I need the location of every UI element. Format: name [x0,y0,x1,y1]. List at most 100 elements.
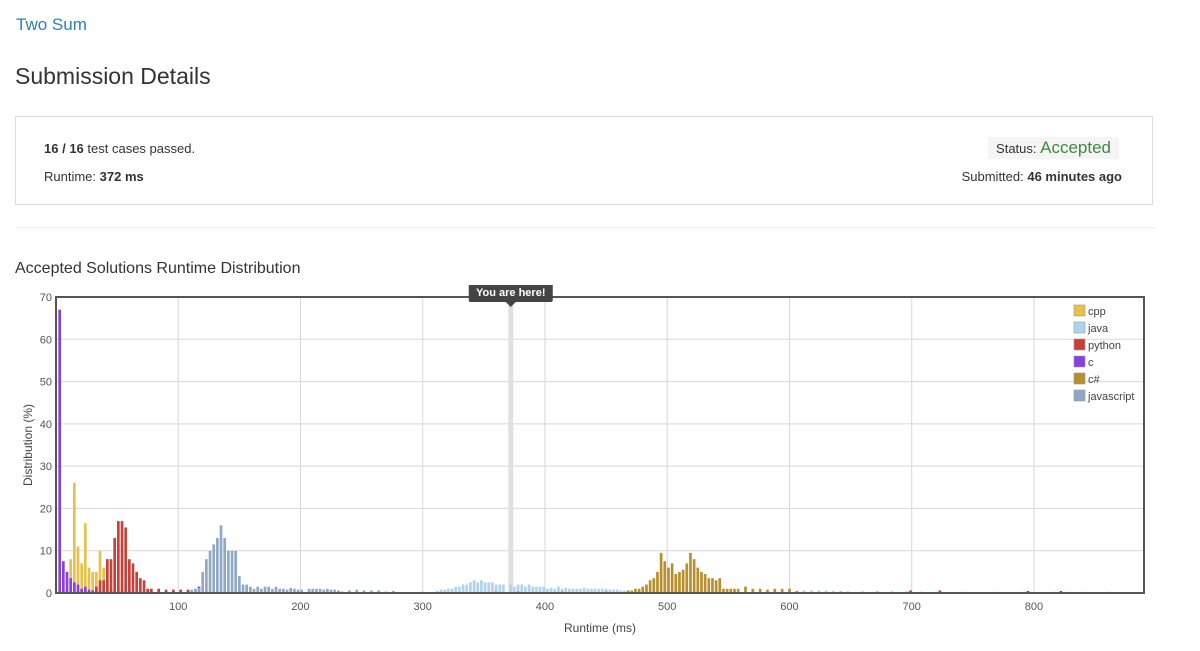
bar-java[interactable] [498,584,502,593]
bar-javascript[interactable] [234,550,238,593]
bar-java[interactable] [527,584,531,593]
bar-csharp[interactable] [696,567,700,593]
legend-label-cpp: cpp [1088,306,1106,318]
bar-python[interactable] [120,521,124,593]
bar-csharp[interactable] [689,552,692,593]
y-tick-label: 10 [40,546,52,558]
bar-c[interactable] [69,578,73,593]
y-tick-label: 50 [40,377,52,389]
bar-javascript[interactable] [245,584,249,593]
bar-c[interactable] [58,309,62,593]
tooltip-text: You are here! [476,287,546,299]
bar-javascript[interactable] [227,550,230,593]
bar-java[interactable] [487,582,491,593]
bar-java[interactable] [465,584,469,593]
x-tick-label: 600 [780,601,798,613]
legend-label-java: java [1087,323,1109,335]
bar-javascript[interactable] [241,584,245,593]
bar-javascript[interactable] [238,576,241,593]
x-tick-label: 100 [169,601,187,613]
bar-javascript[interactable] [219,525,223,593]
x-tick-label: 700 [903,601,921,613]
bar-csharp[interactable] [670,563,674,593]
bar-java[interactable] [502,584,505,593]
y-tick-label: 70 [40,292,52,304]
divider [15,227,1155,228]
bar-java[interactable] [476,582,480,593]
runtime-label: Runtime: [44,169,100,184]
bar-java[interactable] [461,584,465,593]
bar-python[interactable] [128,559,131,593]
bar-csharp[interactable] [678,571,681,593]
bar-java[interactable] [483,582,487,593]
bar-javascript[interactable] [201,571,205,593]
bar-python[interactable] [109,559,113,593]
bar-javascript[interactable] [212,544,216,593]
bar-cpp[interactable] [80,563,84,593]
bar-csharp[interactable] [707,578,711,593]
bar-cpp[interactable] [84,523,87,593]
status-accepted[interactable]: Accepted [1040,138,1111,157]
y-tick-label: 40 [40,419,52,431]
runtime-info: Runtime: 372 ms [44,169,144,184]
x-tick-label: 800 [1025,601,1043,613]
problem-link[interactable]: Two Sum [16,15,87,35]
bar-csharp[interactable] [685,563,689,593]
legend-swatch-javascript [1073,389,1086,402]
bar-csharp[interactable] [667,567,670,593]
bar-python[interactable] [139,578,142,593]
bar-csharp[interactable] [663,561,667,593]
bar-cpp[interactable] [91,571,95,593]
bar-java[interactable] [480,580,483,593]
legend-label-c: c [1088,357,1094,369]
bar-java[interactable] [520,584,524,593]
legend-swatch-python [1073,338,1086,351]
status-info: Status: Accepted [988,137,1119,159]
bar-c[interactable] [73,582,76,593]
bar-cpp[interactable] [73,483,76,593]
legend-swatch-cpp [1073,304,1086,317]
bar-python[interactable] [102,580,106,593]
bar-csharp[interactable] [700,571,703,593]
bar-csharp[interactable] [652,578,656,593]
bar-java[interactable] [472,580,476,593]
bar-csharp[interactable] [645,584,648,593]
submitted-info: Submitted: 46 minutes ago [962,169,1122,184]
bar-python[interactable] [131,563,135,593]
bar-csharp[interactable] [659,552,663,593]
bar-python[interactable] [135,571,139,593]
bar-java[interactable] [509,584,513,593]
bar-javascript[interactable] [216,538,219,593]
bar-csharp[interactable] [648,580,652,593]
total-count: 16 [69,141,84,156]
bar-csharp[interactable] [692,559,696,593]
bar-python[interactable] [124,527,128,593]
runtime-value: 372 ms [99,169,144,184]
bar-python[interactable] [113,538,117,593]
bar-javascript[interactable] [230,550,234,593]
bar-c[interactable] [62,561,65,593]
bar-csharp[interactable] [718,578,722,593]
bar-csharp[interactable] [703,573,707,593]
bar-python[interactable] [106,559,109,593]
bar-csharp[interactable] [711,578,714,593]
bar-c[interactable] [65,571,69,593]
x-tick-label: 400 [536,601,554,613]
bar-python[interactable] [117,521,120,593]
bar-cpp[interactable] [87,567,91,593]
submission-summary-panel: 16 / 16 test cases passed. Runtime: 372 … [15,116,1153,205]
bar-javascript[interactable] [223,538,227,593]
bar-csharp[interactable] [656,571,659,593]
bar-csharp[interactable] [674,573,678,593]
bar-csharp[interactable] [681,569,685,593]
bar-javascript[interactable] [208,550,212,593]
chart-title: Accepted Solutions Runtime Distribution [15,260,301,277]
bar-java[interactable] [469,582,472,593]
bar-c[interactable] [76,584,80,593]
bar-python[interactable] [142,580,146,593]
legend-label-python: python [1088,340,1121,352]
bar-javascript[interactable] [205,559,208,593]
test-cases-result: 16 / 16 test cases passed. [44,141,195,156]
bar-csharp[interactable] [714,580,718,593]
bar-java[interactable] [491,582,494,593]
